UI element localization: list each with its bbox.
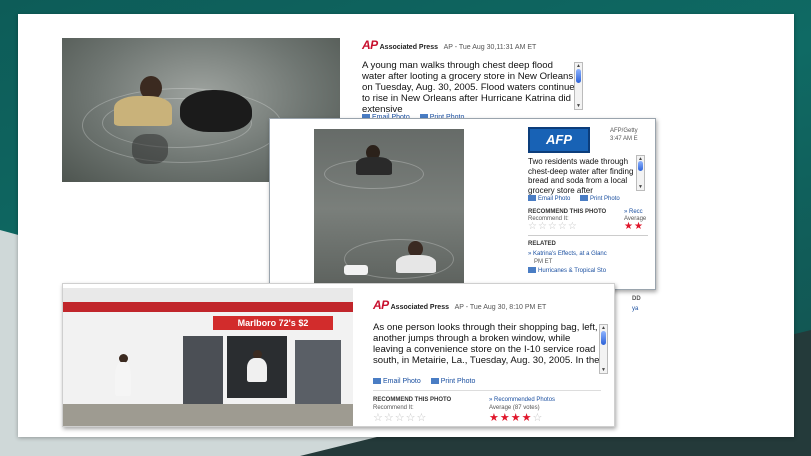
photo-caption: Two residents wade through chest-deep wa…	[528, 157, 634, 195]
scroll-thumb[interactable]	[638, 161, 643, 171]
store-sign-text: Marlboro 72's $2	[237, 318, 309, 328]
average-stars: ★★★★☆	[489, 411, 543, 424]
scroll-thumb[interactable]	[576, 69, 581, 83]
store-window-left	[183, 336, 223, 404]
photo-links: Email Photo Print Photo	[528, 195, 628, 202]
related-title: RELATED	[528, 241, 556, 247]
print-photo-link[interactable]: Print Photo	[580, 195, 620, 202]
recommend-stars[interactable]: ☆☆☆☆☆	[528, 221, 578, 232]
shopper-body	[115, 362, 131, 396]
email-photo-link[interactable]: Email Photo	[528, 195, 570, 202]
photo-links: Email Photo Print Photo	[373, 378, 483, 385]
print-icon	[430, 378, 439, 385]
source-name: Associated Press	[390, 304, 449, 311]
print-photo-link[interactable]: Print Photo	[430, 378, 475, 385]
caption-scrollbar[interactable]: ▲ ▼	[636, 155, 645, 191]
divider	[373, 390, 601, 391]
related-item-2[interactable]: Hurricanes & Tropical Sto	[528, 267, 606, 276]
man-body	[114, 96, 172, 126]
byline: AP Associated Press AP - Tue Aug 30, 8:1…	[373, 298, 546, 312]
store-door	[295, 340, 341, 408]
email-icon	[373, 378, 381, 385]
related-item-1-time: PM ET	[534, 259, 553, 265]
store-sign: Marlboro 72's $2	[213, 316, 333, 330]
recommend-link[interactable]: » Recc	[624, 209, 643, 215]
photo-caption: As one person looks through their shoppi…	[373, 322, 600, 366]
photo-convenience-store: Marlboro 72's $2	[63, 288, 353, 426]
source-name: Associated Press	[379, 44, 438, 51]
afp-logo-icon: AFP	[528, 127, 590, 153]
scroll-thumb[interactable]	[601, 331, 606, 345]
jumper-body	[247, 358, 267, 382]
recommend-link[interactable]: » Recommended Photos	[489, 397, 555, 403]
byline: AP Associated Press AP - Tue Aug 30,11:3…	[362, 38, 536, 52]
recommend-stars[interactable]: ☆☆☆☆☆	[373, 411, 427, 424]
afp-byline: AFP/Getty 3:47 AM E	[610, 127, 638, 143]
water-reflection	[132, 134, 168, 164]
recommend-title: RECOMMEND THIS PHOTO	[373, 397, 452, 403]
byline-source: AFP/Getty	[610, 128, 638, 134]
store-curb	[63, 404, 353, 426]
byline-date: AP - Tue Aug 30, 8:10 PM ET	[454, 304, 547, 311]
folder-icon	[528, 267, 536, 274]
bread-bag	[344, 265, 368, 275]
resident-2-body	[396, 255, 436, 273]
caption-scrollbar[interactable]: ▲ ▼	[599, 324, 608, 374]
divider	[528, 235, 648, 236]
news-panel-convenience-store: Marlboro 72's $2 AP Associated Press AP …	[62, 283, 615, 427]
rating-filled: ★★★★	[489, 412, 533, 424]
recommend-title: RECOMMEND THIS PHOTO	[528, 209, 607, 215]
offscreen-text-1: DD	[632, 296, 641, 302]
caption-scrollbar[interactable]: ▲ ▼	[574, 62, 583, 110]
ap-logo-icon: AP	[373, 298, 389, 312]
byline-time: 3:47 AM E	[610, 136, 638, 142]
email-icon	[528, 195, 536, 201]
resident-1-body	[356, 157, 392, 175]
print-icon	[580, 195, 589, 201]
news-panel-afp: AFP AFP/Getty 3:47 AM E Two residents wa…	[269, 118, 656, 290]
byline-date: AP - Tue Aug 30,11:31 AM ET	[443, 44, 537, 51]
garbage-bag	[180, 90, 252, 132]
email-photo-link[interactable]: Email Photo	[373, 378, 421, 385]
offscreen-text-2: ya	[632, 306, 639, 312]
ap-logo-icon: AP	[362, 38, 378, 52]
store-roof-stripe	[63, 302, 353, 312]
average-stars: ★★	[624, 221, 644, 232]
rating-empty: ☆	[532, 412, 544, 424]
photo-residents-wading	[314, 129, 464, 289]
